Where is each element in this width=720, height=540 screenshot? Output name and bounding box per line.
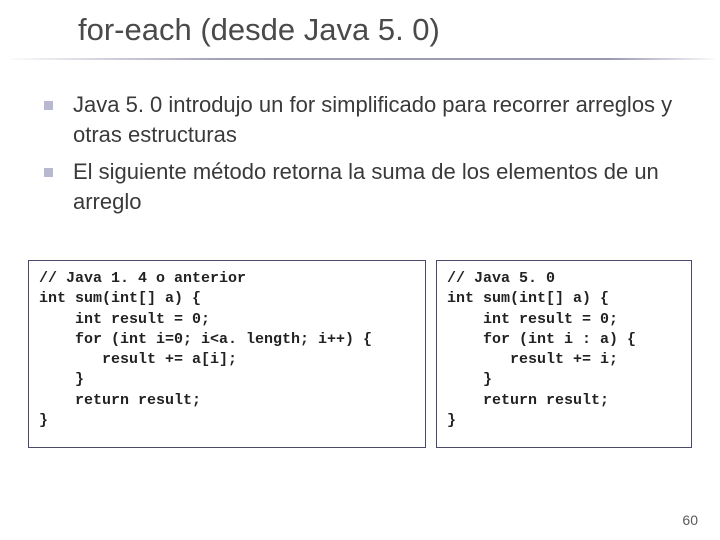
square-bullet-icon (44, 101, 53, 110)
square-bullet-icon (44, 168, 53, 177)
title-area: for-each (desde Java 5. 0) (0, 6, 720, 48)
bullet-list: Java 5. 0 introdujo un for simplificado … (44, 90, 692, 225)
slide-title: for-each (desde Java 5. 0) (78, 12, 720, 48)
slide: for-each (desde Java 5. 0) Java 5. 0 int… (0, 0, 720, 540)
bullet-text: Java 5. 0 introdujo un for simplificado … (73, 90, 692, 149)
title-underline (10, 58, 714, 60)
list-item: Java 5. 0 introdujo un for simplificado … (44, 90, 692, 149)
page-number: 60 (682, 512, 698, 528)
code-block-java50: // Java 5. 0 int sum(int[] a) { int resu… (436, 260, 692, 448)
code-row: // Java 1. 4 o anterior int sum(int[] a)… (28, 260, 700, 448)
code-block-java14: // Java 1. 4 o anterior int sum(int[] a)… (28, 260, 426, 448)
list-item: El siguiente método retorna la suma de l… (44, 157, 692, 216)
bullet-text: El siguiente método retorna la suma de l… (73, 157, 692, 216)
